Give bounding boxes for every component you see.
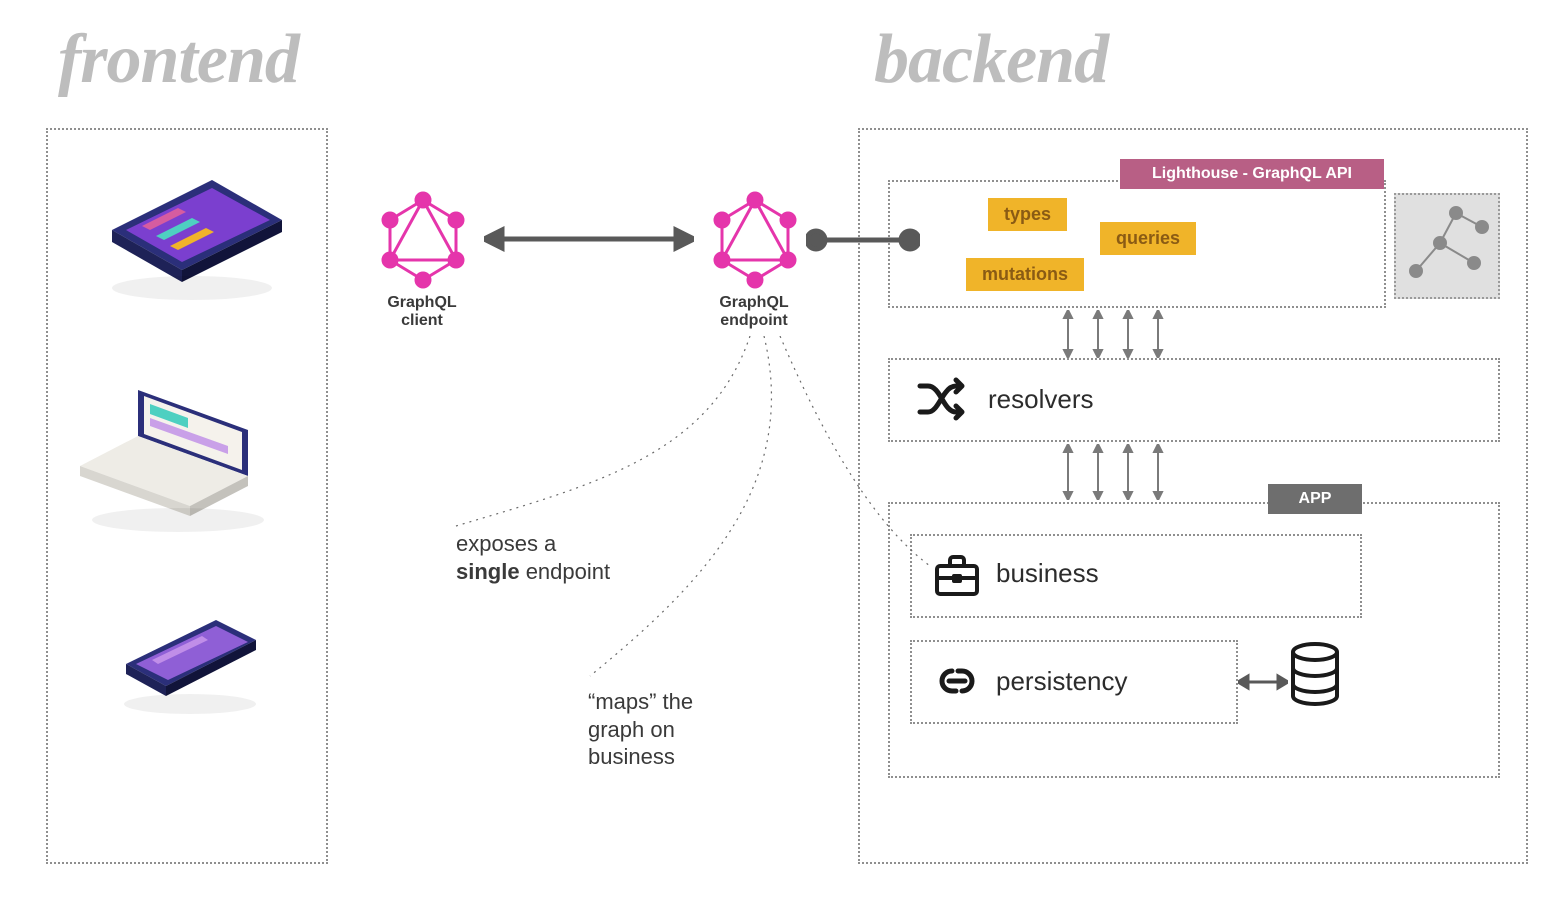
phone-device-icon bbox=[106, 608, 286, 738]
mutations-tag: mutations bbox=[966, 258, 1084, 291]
maps-line1: “maps” the bbox=[588, 689, 693, 714]
callout-maps-curve bbox=[580, 336, 940, 686]
app-tag: APP bbox=[1268, 484, 1362, 514]
tablet-device-icon bbox=[82, 170, 292, 320]
graphql-endpoint-icon bbox=[710, 190, 800, 290]
backend-heading: backend bbox=[874, 20, 1108, 100]
maps-line2: graph on bbox=[588, 717, 675, 742]
queries-tag: queries bbox=[1100, 222, 1196, 255]
lighthouse-tag: Lighthouse - GraphQL API bbox=[1120, 159, 1384, 189]
exposes-bold: single bbox=[456, 559, 520, 584]
types-tag: types bbox=[988, 198, 1067, 231]
resolvers-app-arrows bbox=[1058, 444, 1188, 500]
business-label: business bbox=[996, 558, 1099, 589]
resolvers-label: resolvers bbox=[988, 384, 1093, 415]
client-endpoint-arrow bbox=[484, 224, 694, 254]
persistency-label: persistency bbox=[996, 666, 1128, 697]
exposes-line1: exposes a bbox=[456, 531, 556, 556]
graphql-client-label: GraphQL client bbox=[362, 294, 482, 330]
graph-icon bbox=[1394, 193, 1500, 299]
database-icon bbox=[1286, 640, 1344, 712]
graphql-client-icon bbox=[378, 190, 468, 290]
frontend-heading: frontend bbox=[58, 20, 299, 100]
persistency-db-arrow bbox=[1238, 668, 1288, 696]
maps-annotation: “maps” the graph on business bbox=[588, 688, 693, 771]
graphql-client-label-2: client bbox=[401, 312, 443, 329]
graphql-endpoint-label-1: GraphQL bbox=[719, 294, 788, 311]
graphql-endpoint-label-2: endpoint bbox=[720, 312, 788, 329]
api-resolvers-arrows bbox=[1058, 310, 1188, 358]
laptop-device-icon bbox=[78, 370, 298, 540]
graphql-endpoint-label: GraphQL endpoint bbox=[694, 294, 814, 330]
maps-line3: business bbox=[588, 744, 675, 769]
graphql-client-label-1: GraphQL bbox=[387, 294, 456, 311]
resolvers-box bbox=[888, 358, 1500, 442]
endpoint-backend-connector bbox=[806, 228, 920, 252]
